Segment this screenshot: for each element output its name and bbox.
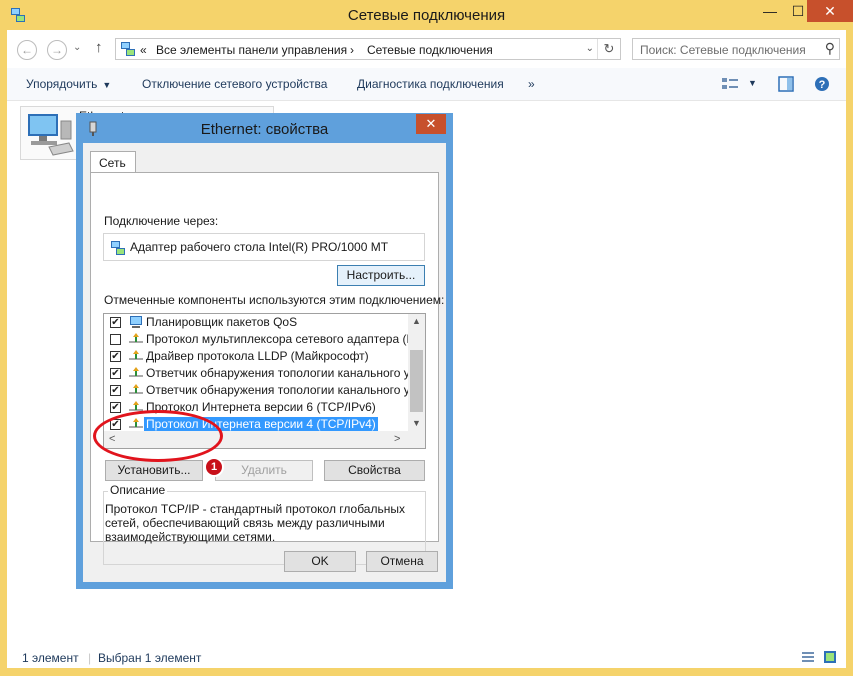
component-checkbox[interactable]: ✔ [110, 317, 121, 328]
ok-button[interactable]: OK [284, 551, 356, 572]
component-row[interactable]: Протокол мультиплексора сетевого адаптер… [104, 331, 425, 348]
control-panel-icon [121, 42, 135, 56]
forward-button[interactable]: → [47, 40, 67, 60]
command-bar: Упорядочить ▼ Отключение сетевого устройс… [7, 68, 846, 101]
more-commands-button[interactable]: » [528, 77, 535, 91]
component-name: Протокол мультиплексора сетевого адаптер… [146, 332, 426, 346]
components-label: Отмеченные компоненты используются этим … [104, 293, 445, 307]
status-divider: | [88, 651, 92, 665]
diagnose-connection-button[interactable]: Диагностика подключения [357, 77, 504, 91]
breadcrumb-network-connections[interactable]: Сетевые подключения [367, 43, 493, 57]
component-name: Ответчик обнаружения топологии канальног… [146, 383, 426, 397]
details-view-icon[interactable] [801, 650, 815, 664]
computer-network-icon [28, 114, 74, 156]
breadcrumb-overflow[interactable]: « [140, 43, 147, 57]
organize-menu[interactable]: Упорядочить ▼ [26, 77, 111, 91]
breadcrumb-separator-icon[interactable]: › [350, 43, 354, 57]
description-legend: Описание [108, 483, 168, 497]
adapter-field: Адаптер рабочего стола Intel(R) PRO/1000… [103, 233, 425, 261]
refresh-icon[interactable]: ↻ [597, 39, 620, 59]
ethernet-properties-dialog: Ethernet: свойства ✕ Сеть Подключение че… [76, 113, 453, 589]
highlight-circle [93, 410, 223, 462]
minimize-button[interactable]: — [755, 0, 785, 22]
address-row: ← → ⌄ ↑ « Все элементы панели управления… [7, 36, 846, 64]
connect-using-label: Подключение через: [104, 214, 219, 228]
component-name: Планировщик пакетов QoS [146, 315, 298, 329]
back-button[interactable]: ← [17, 40, 37, 60]
component-checkbox[interactable]: ✔ [110, 351, 121, 362]
adapter-name: Адаптер рабочего стола Intel(R) PRO/1000… [130, 240, 389, 254]
component-checkbox[interactable]: ✔ [110, 402, 121, 413]
protocol-icon [129, 367, 143, 377]
preview-pane-icon[interactable] [777, 76, 795, 92]
scroll-down-icon[interactable]: ▼ [408, 418, 425, 428]
protocol-icon [129, 384, 143, 394]
tab-network[interactable]: Сеть [90, 151, 136, 173]
recent-locations-icon[interactable]: ⌄ [73, 42, 81, 53]
step-number-badge: 1 [204, 457, 224, 477]
dialog-body: Сеть Подключение через: Адаптер рабочего… [83, 143, 446, 582]
component-row[interactable]: ✔ Ответчик обнаружения топологии канальн… [104, 365, 425, 382]
help-icon[interactable]: ? [813, 76, 831, 92]
configure-button[interactable]: Настроить... [337, 265, 425, 286]
description-text: Протокол TCP/IP - стандартный протокол г… [105, 502, 405, 544]
status-bar: 1 элемент | Выбран 1 элемент [7, 648, 846, 668]
dialog-close-button[interactable]: ✕ [416, 114, 446, 134]
component-checkbox[interactable] [110, 334, 121, 345]
selection-count: Выбран 1 элемент [98, 651, 202, 665]
svg-text:?: ? [819, 79, 826, 91]
item-count: 1 элемент [22, 651, 79, 665]
vertical-scrollbar[interactable]: ▲ ▼ [408, 314, 425, 432]
dialog-title-bar[interactable]: Ethernet: свойства ✕ [76, 113, 453, 143]
up-button[interactable]: ↑ [95, 39, 103, 56]
properties-button[interactable]: Свойства [324, 460, 425, 481]
component-row[interactable]: ✔ Планировщик пакетов QoS [104, 314, 409, 331]
adapter-icon [111, 241, 125, 255]
close-button[interactable]: ✕ [807, 0, 853, 22]
address-bar[interactable]: « Все элементы панели управления › Сетев… [115, 38, 621, 60]
qos-scheduler-icon [130, 316, 142, 328]
view-options-chevron-icon[interactable]: ▼ [748, 78, 757, 88]
protocol-icon [129, 350, 143, 360]
install-button[interactable]: Установить... [105, 460, 203, 481]
scroll-thumb[interactable] [410, 350, 423, 412]
address-dropdown-icon[interactable]: ⌄ [586, 43, 594, 54]
component-checkbox[interactable]: ✔ [110, 368, 121, 379]
scroll-up-icon[interactable]: ▲ [408, 316, 425, 326]
change-view-icon[interactable] [721, 76, 739, 92]
component-name: Драйвер протокола LLDP (Майкрософт) [146, 349, 369, 363]
breadcrumb-control-panel[interactable]: Все элементы панели управления [156, 43, 347, 57]
search-placeholder: Поиск: Сетевые подключения [640, 43, 806, 57]
component-name: Ответчик обнаружения топологии канальног… [146, 366, 426, 380]
scroll-right-icon[interactable]: > [394, 433, 400, 445]
large-icons-view-icon[interactable] [823, 650, 837, 664]
component-row[interactable]: ✔ Ответчик обнаружения топологии канальн… [104, 382, 425, 399]
disable-device-button[interactable]: Отключение сетевого устройства [142, 77, 327, 91]
component-row[interactable]: ✔ Драйвер протокола LLDP (Майкрософт) [104, 348, 409, 365]
title-bar[interactable]: Сетевые подключения — ☐ ✕ [0, 0, 853, 30]
network-tab-panel: Подключение через: Адаптер рабочего стол… [90, 172, 444, 565]
uninstall-button[interactable]: Удалить [215, 460, 313, 481]
organize-label: Упорядочить [26, 77, 98, 91]
dialog-title: Ethernet: свойства [200, 121, 329, 138]
tab-network-label: Сеть [99, 156, 126, 170]
component-checkbox[interactable]: ✔ [110, 385, 121, 396]
window-title: Сетевые подключения [347, 7, 506, 24]
search-icon[interactable]: ⚲ [825, 40, 835, 57]
search-input[interactable]: Поиск: Сетевые подключения ⚲ [632, 38, 840, 60]
protocol-icon [129, 333, 143, 343]
chevron-down-icon: ▼ [102, 80, 112, 90]
cancel-button[interactable]: Отмена [366, 551, 438, 572]
